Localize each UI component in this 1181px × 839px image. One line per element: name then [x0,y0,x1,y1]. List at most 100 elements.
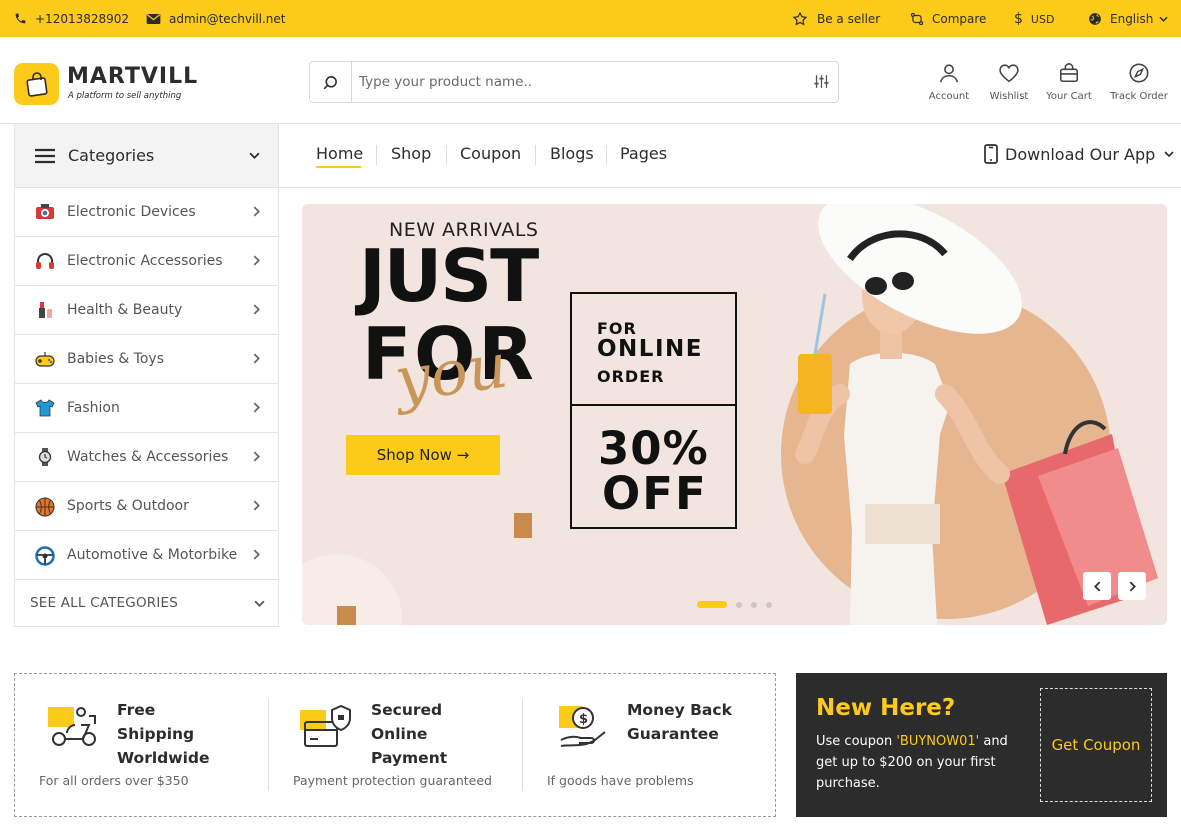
cart-button[interactable]: Your Cart [1034,55,1104,102]
feature-title: Money Back Guarantee [627,701,732,743]
nav-separator [535,145,536,165]
search-icon[interactable] [310,62,352,102]
offer-box: FOR ONLINE ORDER 30% OFF [570,292,737,529]
category-label: Automotive & Motorbike [67,547,238,563]
category-item-babies-toys[interactable]: Babies & Toys [15,335,278,384]
chevron-down-icon [1164,151,1174,157]
categories-label: Categories [68,146,155,165]
slider-prev-button[interactable] [1083,572,1111,600]
hero-model-illustration [720,204,1167,625]
category-item-electronic-accessories[interactable]: Electronic Accessories [15,237,278,286]
offer-off: OFF [602,467,708,520]
chevron-right-icon [253,206,260,217]
email-link[interactable]: admin@techvill.net [146,0,286,37]
slider-dot-active[interactable] [697,601,727,608]
nav-divider [279,187,1181,188]
nav-blogs[interactable]: Blogs [550,144,594,163]
see-all-categories[interactable]: SEE ALL CATEGORIES [15,580,278,626]
nav-shop[interactable]: Shop [391,144,431,163]
chevron-left-icon [1093,580,1101,592]
slider-dot[interactable] [766,601,772,608]
category-label: Electronic Devices [67,204,196,220]
chevron-right-icon [253,549,260,560]
watch-icon [35,448,55,466]
chevron-right-icon [253,304,260,315]
coupon-text: Use coupon 'BUYNOW01' and get up to $200… [816,734,1008,791]
cart-label: Your Cart [1046,91,1092,102]
chevron-down-icon [254,600,265,607]
hero-banner[interactable]: NEW ARRIVALS JUST FOR you Shop Now → FOR… [302,204,1167,625]
account-label: Account [928,91,970,102]
camera-icon [35,203,55,221]
hero-decor-block [337,606,356,625]
logo-bag-icon[interactable] [14,63,59,105]
heart-icon [998,62,1020,84]
user-icon [938,62,960,84]
currency-selector[interactable]: $ USD [1014,0,1054,37]
categories-toggle[interactable]: Categories [14,124,279,188]
features-strip: Free Shipping Worldwide For all orders o… [14,673,776,817]
feature-secured-payment: Secured Online Payment Payment protectio… [269,674,522,816]
nav-coupon[interactable]: Coupon [460,144,521,163]
chevron-down-icon [1159,16,1176,22]
category-item-automotive-motorbike[interactable]: Automotive & Motorbike [15,531,278,580]
nav-separator [446,145,447,165]
phone-icon [14,12,35,25]
compare-link[interactable]: Compare [910,0,986,37]
category-item-electronic-devices[interactable]: Electronic Devices [15,188,278,237]
logo-name[interactable]: MARTVILL [67,64,198,89]
language-selector[interactable]: English [1088,0,1176,37]
top-bar: +12013828902 admin@techvill.net Be a sel… [0,0,1181,37]
chevron-right-icon [253,353,260,364]
hero-script-word: you [390,328,512,417]
globe-icon [1088,12,1110,26]
category-label: Sports & Outdoor [67,498,189,514]
category-list: Electronic Devices Electronic Accessorie… [14,188,279,627]
chevron-right-icon [253,451,260,462]
language-label: English [1110,11,1154,26]
category-item-health-beauty[interactable]: Health & Beauty [15,286,278,335]
feature-subtitle: Payment protection guaranteed [293,773,492,788]
get-coupon-button[interactable]: Get Coupon [1040,688,1152,802]
hamburger-icon [35,148,55,164]
be-a-seller-link[interactable]: Be a seller [791,0,880,37]
see-all-label: SEE ALL CATEGORIES [30,595,179,611]
category-item-sports-outdoor[interactable]: Sports & Outdoor [15,482,278,531]
search-bar [309,61,839,103]
category-item-watches-accessories[interactable]: Watches & Accessories [15,433,278,482]
tshirt-icon [35,399,55,417]
slider-next-button[interactable] [1118,572,1146,600]
slider-dot[interactable] [751,601,757,608]
phone-link[interactable]: +12013828902 [14,0,129,37]
email-address: admin@techvill.net [169,11,286,26]
search-input[interactable] [352,63,792,101]
hero-decor-block [514,513,532,538]
compare-label: Compare [932,11,987,26]
mail-icon [146,13,169,25]
download-app-link[interactable]: Download Our App [984,144,1174,164]
svg-text:$: $ [579,712,588,727]
nav-home[interactable]: Home [316,144,363,163]
steering-wheel-icon [35,546,55,566]
shop-now-button[interactable]: Shop Now → [346,435,500,475]
dollar-icon: $ [1014,10,1023,27]
nav-pages[interactable]: Pages [620,144,667,163]
logo-tagline: A platform to sell anything [68,91,182,101]
compass-icon [1128,62,1150,84]
header: MARTVILL A platform to sell anything Acc… [0,37,1181,124]
currency-label: USD [1030,13,1055,26]
filter-sliders-icon[interactable] [813,73,830,90]
feature-free-shipping: Free Shipping Worldwide For all orders o… [15,674,268,816]
chevron-right-icon [253,500,260,511]
feature-subtitle: For all orders over $350 [39,773,189,788]
download-app-label: Download Our App [1005,144,1156,164]
secure-card-icon [297,704,355,750]
track-order-button[interactable]: Track Order [1104,55,1174,102]
offer-online: ONLINE [597,336,703,362]
headphones-icon [35,252,55,270]
slider-dot[interactable] [736,601,742,608]
delivery-scooter-icon [45,704,103,748]
category-item-fashion[interactable]: Fashion [15,384,278,433]
nav-separator [376,145,377,165]
compare-icon [910,12,932,26]
